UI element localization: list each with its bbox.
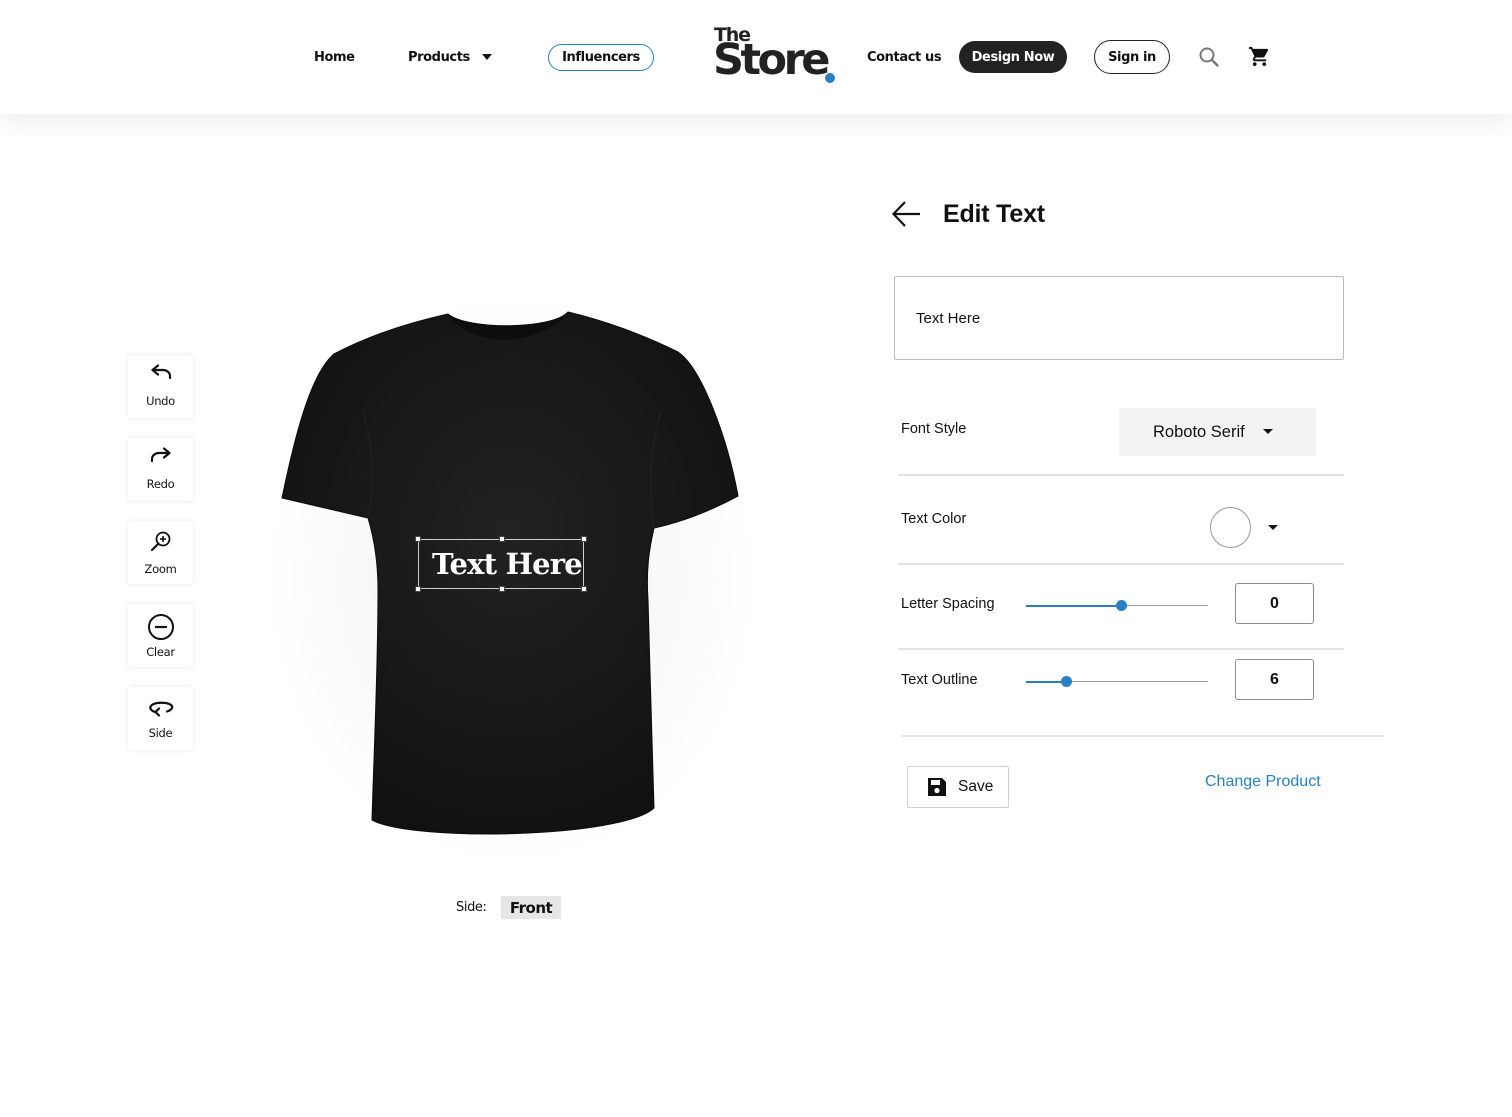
nav-products-label: Products [408, 50, 470, 65]
text-content-input[interactable] [894, 276, 1344, 360]
redo-icon [150, 447, 171, 463]
floppy-disk-icon [928, 778, 946, 796]
undo-icon [150, 364, 171, 380]
rotate-icon [148, 701, 173, 717]
arrow-left-icon [891, 201, 920, 227]
undo-label: Undo [146, 394, 175, 408]
zoom-label: Zoom [144, 562, 177, 576]
redo-button[interactable]: Redo [128, 438, 193, 501]
font-style-value: Roboto Serif [1153, 422, 1245, 441]
slider-fill [1026, 681, 1067, 683]
nav-contact-link[interactable]: Contact us [867, 50, 942, 65]
design-now-button[interactable]: Design Now [959, 41, 1067, 73]
clear-button[interactable]: Clear [128, 604, 193, 667]
side-indicator-value[interactable]: Front [501, 896, 561, 919]
letter-spacing-slider[interactable] [1026, 600, 1208, 612]
nav-products-menu[interactable]: Products [408, 50, 492, 65]
text-outline-input[interactable] [1235, 659, 1314, 700]
slider-thumb[interactable] [1115, 600, 1127, 611]
letter-spacing-label: Letter Spacing [901, 596, 995, 612]
page: Home Products Influencers The Store Cont… [0, 0, 1512, 1117]
chevron-down-icon [481, 53, 492, 60]
text-outline-label: Text Outline [901, 672, 978, 688]
sign-in-button[interactable]: Sign in [1094, 40, 1170, 74]
slider-fill [1026, 605, 1121, 607]
save-button[interactable]: Save [907, 766, 1009, 808]
color-dropdown-caret-icon[interactable] [1268, 525, 1278, 530]
side-indicator-label: Side: [456, 900, 487, 915]
panel-title: Edit Text [943, 200, 1045, 228]
search-icon[interactable] [1198, 46, 1220, 73]
divider [898, 563, 1344, 565]
font-style-dropdown[interactable]: Roboto Serif [1119, 408, 1316, 456]
text-color-label: Text Color [901, 511, 967, 527]
text-color-swatch[interactable] [1210, 507, 1251, 548]
nav-home-link[interactable]: Home [314, 50, 355, 65]
cart-icon[interactable] [1248, 45, 1271, 73]
side-label: Side [148, 726, 173, 740]
back-button[interactable] [891, 199, 921, 234]
clear-label: Clear [146, 645, 175, 659]
top-navigation: Home Products Influencers The Store Cont… [0, 0, 1512, 114]
font-style-label: Font Style [901, 421, 967, 437]
change-product-link[interactable]: Change Product [1205, 773, 1321, 791]
redo-label: Redo [146, 477, 175, 491]
zoom-in-icon [150, 531, 170, 552]
save-label: Save [958, 778, 994, 795]
logo-text-store: Store [713, 35, 830, 85]
chevron-down-icon [1262, 428, 1273, 434]
divider [901, 735, 1384, 737]
logo-dot [825, 73, 835, 83]
undo-button[interactable]: Undo [128, 355, 193, 418]
minus-circle-icon [147, 614, 174, 640]
divider [898, 474, 1344, 476]
text-outline-slider[interactable] [1026, 676, 1208, 688]
letter-spacing-input[interactable] [1235, 583, 1314, 624]
shirt-print-text[interactable]: Text Here [418, 539, 603, 589]
side-button[interactable]: Side [128, 687, 193, 750]
divider [898, 648, 1344, 650]
zoom-button[interactable]: Zoom [128, 521, 193, 584]
nav-influencers-button[interactable]: Influencers [548, 44, 654, 71]
slider-thumb[interactable] [1061, 676, 1073, 687]
